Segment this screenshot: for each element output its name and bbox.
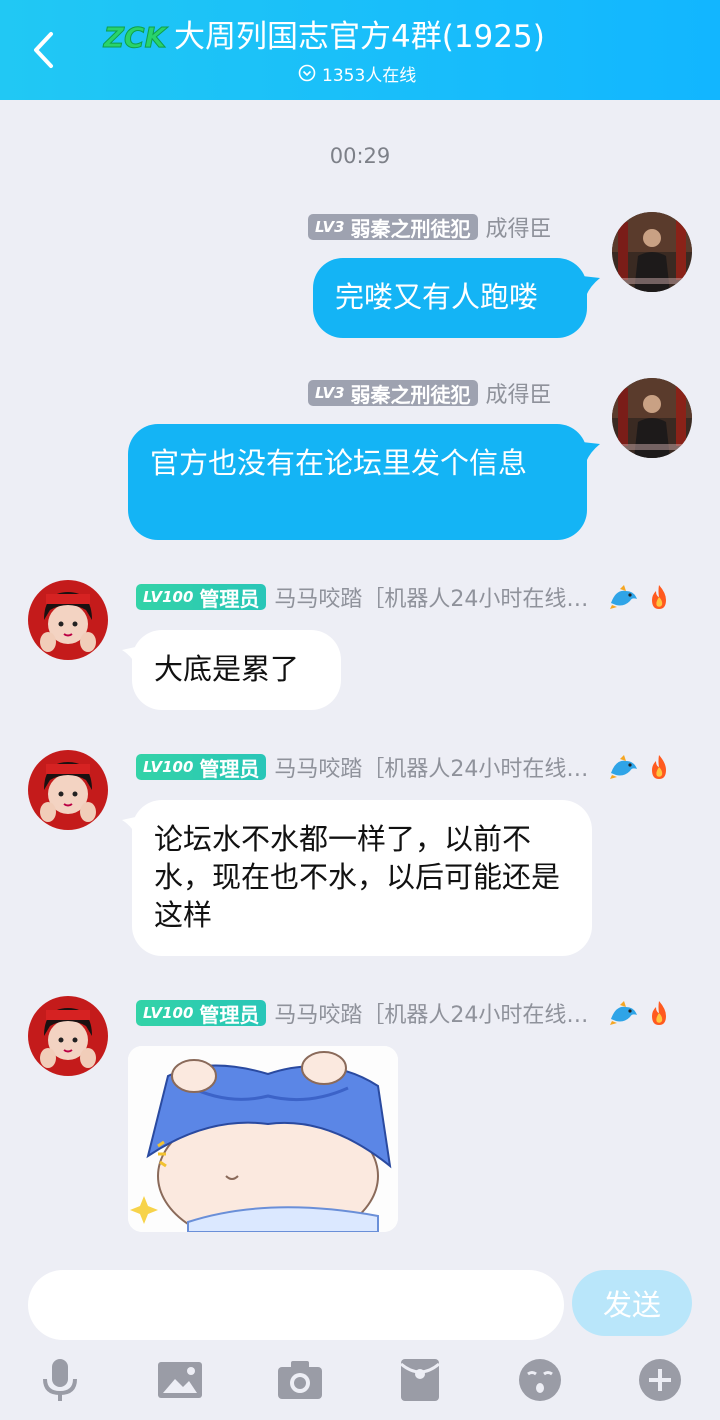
image-button[interactable] [156, 1356, 204, 1404]
sender-name[interactable]: 马马咬踏［机器人24小时在线… [274, 581, 602, 613]
sender-name[interactable]: 马马咬踏［机器人24小时在线… [274, 751, 602, 783]
chevron-left-icon [34, 32, 53, 68]
plus-icon [639, 1359, 681, 1401]
sender-meta: LV100 管理员 马马咬踏［机器人24小时在线… [136, 582, 672, 612]
avatar[interactable] [612, 378, 692, 458]
dragon-icon [608, 753, 640, 781]
back-button[interactable] [22, 26, 66, 74]
timestamp: 00:29 [329, 144, 391, 168]
mic-button[interactable] [36, 1356, 84, 1404]
red-packet-icon [400, 1359, 440, 1401]
avatar[interactable] [28, 580, 108, 660]
group-title: 大周列国志官方4群(1925) [174, 19, 545, 55]
sticker-image[interactable] [128, 1046, 398, 1232]
level-badge: LV100 管理员 [136, 584, 267, 611]
fire-icon [646, 583, 672, 611]
message-input[interactable] [28, 1270, 564, 1340]
red-packet-button[interactable] [396, 1356, 444, 1404]
fire-icon [646, 753, 672, 781]
fire-icon [646, 999, 672, 1027]
message-bubble[interactable]: 完喽又有人跑喽 [313, 258, 587, 338]
dragon-icon [608, 583, 640, 611]
group-logo: ZCK [100, 19, 170, 55]
level-badge: LV3 弱秦之刑徒犯 [308, 380, 478, 407]
plus-button[interactable] [636, 1356, 684, 1404]
mic-icon [43, 1359, 77, 1401]
avatar[interactable] [28, 750, 108, 830]
chevron-circle-icon [298, 64, 316, 82]
camera-button[interactable] [276, 1356, 324, 1404]
input-bar: 发送 [0, 1250, 720, 1420]
sender-meta: LV3 弱秦之刑徒犯 成得臣 [308, 378, 552, 408]
level-badge: LV100 管理员 [136, 754, 267, 781]
image-icon [158, 1362, 202, 1398]
message-bubble[interactable]: 官方也没有在论坛里发个信息 [128, 424, 587, 540]
sender-meta: LV100 管理员 马马咬踏［机器人24小时在线… [136, 998, 672, 1028]
message-bubble[interactable]: 大底是累了 [132, 630, 341, 710]
dragon-icon [608, 999, 640, 1027]
online-count: 1353人在线 [322, 65, 417, 86]
chat-header: ZCK 大周列国志官方4群(1925) 1353人在线 [0, 0, 720, 100]
send-button[interactable]: 发送 [572, 1270, 692, 1336]
svg-text:ZCK: ZCK [103, 21, 169, 54]
emoji-icon [519, 1359, 561, 1401]
sender-meta: LV100 管理员 马马咬踏［机器人24小时在线… [136, 752, 672, 782]
camera-icon [278, 1361, 322, 1399]
level-badge: LV100 管理员 [136, 1000, 267, 1027]
online-status[interactable]: 1353人在线 [298, 60, 416, 86]
avatar[interactable] [28, 996, 108, 1076]
sender-meta: LV3 弱秦之刑徒犯 成得臣 [308, 212, 552, 242]
avatar[interactable] [612, 212, 692, 292]
level-badge: LV3 弱秦之刑徒犯 [308, 214, 478, 241]
title-row[interactable]: ZCK 大周列国志官方4群(1925) [100, 14, 545, 60]
emoji-button[interactable] [516, 1356, 564, 1404]
sender-name[interactable]: 成得臣 [486, 377, 552, 409]
sender-name[interactable]: 马马咬踏［机器人24小时在线… [274, 997, 602, 1029]
message-bubble[interactable]: 论坛水不水都一样了，以前不水，现在也不水，以后可能还是这样 [132, 800, 592, 956]
sender-name[interactable]: 成得臣 [486, 211, 552, 243]
